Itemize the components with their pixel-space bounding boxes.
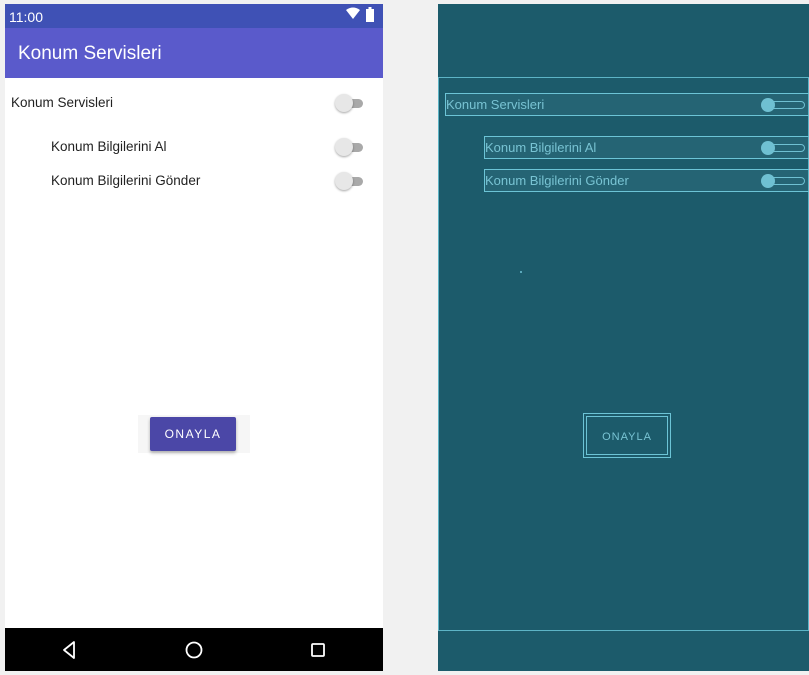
blueprint-switch-thumb: [761, 141, 775, 155]
app-bar: Konum Servisleri: [5, 28, 383, 78]
blueprint-row-location-services[interactable]: Konum Servisleri: [445, 93, 809, 116]
settings-row-get-location[interactable]: Konum Bilgilerini Al: [5, 132, 383, 162]
app-title: Konum Servisleri: [18, 43, 162, 64]
back-icon[interactable]: [59, 639, 81, 661]
blueprint-marker-dot: [520, 271, 522, 273]
blueprint-send-location-switch[interactable]: [761, 174, 805, 188]
blueprint-location-services-switch[interactable]: [761, 98, 805, 112]
status-bar: 11:00: [5, 4, 383, 28]
design-view-phone: 11:00 Konum Servisleri Konum Servisleri …: [5, 4, 383, 671]
blueprint-get-location-switch[interactable]: [761, 141, 805, 155]
blueprint-row-send-location[interactable]: Konum Bilgilerini Gönder: [484, 169, 809, 192]
blueprint-confirm-button-label: ONAYLA: [602, 431, 652, 443]
send-location-label: Konum Bilgilerini Gönder: [51, 173, 201, 188]
battery-icon: [366, 7, 374, 22]
settings-row-send-location[interactable]: Konum Bilgilerini Gönder: [5, 166, 383, 196]
blueprint-layout-outline: [438, 77, 809, 631]
location-services-switch[interactable]: [335, 94, 363, 112]
status-icons: [345, 7, 374, 23]
switch-thumb: [335, 138, 353, 156]
confirm-button[interactable]: ONAYLA: [150, 417, 236, 451]
blueprint-location-services-label: Konum Servisleri: [446, 97, 545, 112]
settings-row-location-services[interactable]: Konum Servisleri: [5, 88, 383, 118]
confirm-button-area: ONAYLA: [138, 415, 250, 453]
switch-thumb: [335, 94, 353, 112]
wifi-icon: [345, 7, 360, 19]
blueprint-get-location-label: Konum Bilgilerini Al: [485, 140, 597, 155]
blueprint-send-location-label: Konum Bilgilerini Gönder: [485, 173, 629, 188]
location-services-label: Konum Servisleri: [11, 95, 114, 110]
get-location-label: Konum Bilgilerini Al: [51, 139, 167, 154]
home-icon[interactable]: [183, 639, 205, 661]
send-location-switch[interactable]: [335, 172, 363, 190]
blueprint-view: Konum Servisleri Konum Bilgilerini Al Ko…: [438, 4, 809, 671]
status-time: 11:00: [9, 9, 43, 25]
switch-thumb: [335, 172, 353, 190]
blueprint-switch-thumb: [761, 98, 775, 112]
blueprint-confirm-button-inner: ONAYLA: [586, 416, 668, 455]
get-location-switch[interactable]: [335, 138, 363, 156]
blueprint-confirm-button[interactable]: ONAYLA: [583, 413, 671, 458]
navigation-bar: [5, 628, 383, 671]
recents-icon[interactable]: [307, 639, 329, 661]
blueprint-row-get-location[interactable]: Konum Bilgilerini Al: [484, 136, 809, 159]
blueprint-switch-thumb: [761, 174, 775, 188]
